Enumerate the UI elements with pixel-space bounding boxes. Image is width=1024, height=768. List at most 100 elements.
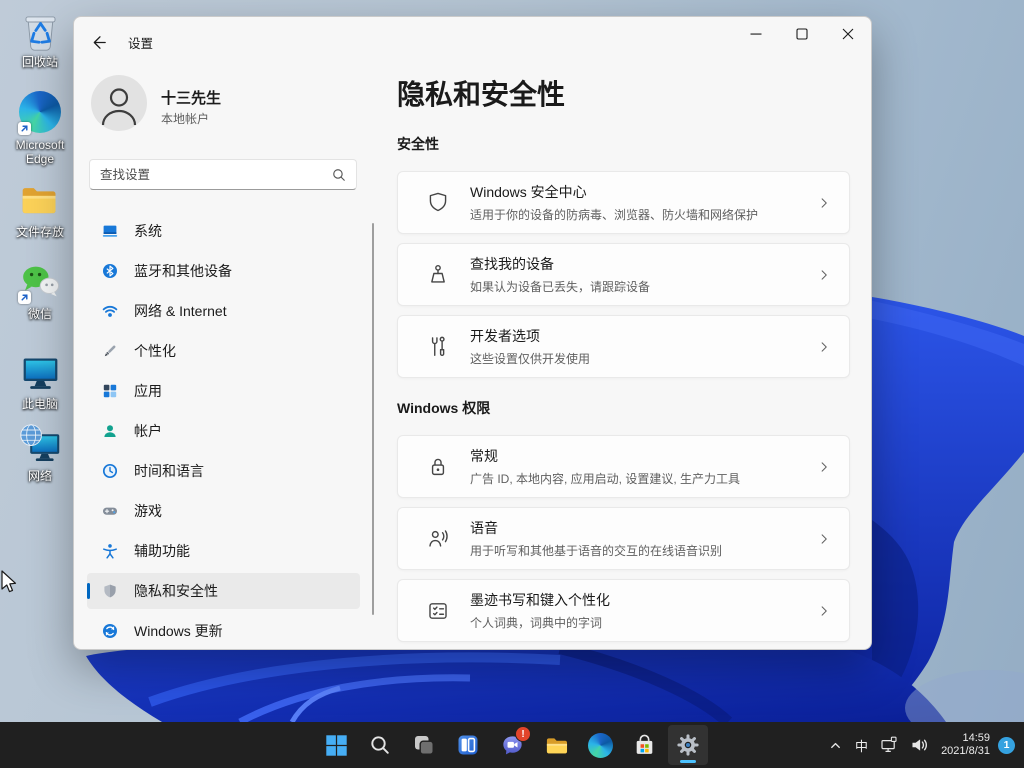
accessibility-icon [102,543,118,559]
widgets-icon [456,733,480,757]
start-button[interactable] [316,725,356,765]
card-subtitle: 广告 ID, 本地内容, 应用启动, 设置建议, 生产力工具 [470,470,740,487]
desktop-icon-network[interactable]: 网络 [2,422,78,483]
taskbar-clock[interactable]: 14:59 2021/8/31 [934,732,997,759]
task-view-icon [412,733,436,757]
edge-button[interactable] [580,725,620,765]
network-status-button[interactable] [874,725,904,765]
desktop-icon-microsoft-edge[interactable]: Microsoft Edge [2,90,78,166]
maximize-button[interactable] [779,17,825,51]
card-subtitle: 这些设置仅供开发使用 [470,350,590,367]
chat-button[interactable]: ! [492,725,532,765]
sidebar-item-label: 系统 [134,221,162,241]
minimize-icon [750,28,762,40]
card-speech[interactable]: 语音 用于听写和其他基于语音的交互的在线语音识别 [397,507,850,570]
sidebar-item-label: 个性化 [134,341,176,361]
section-heading-windows-permissions: Windows 权限 [397,398,490,418]
chevron-right-icon [815,458,833,476]
desktop-icon-wechat[interactable]: 微信 [2,260,78,321]
network-ethernet-icon [880,736,898,754]
tray-time: 14:59 [941,732,990,746]
bluetooth-icon [102,263,118,279]
system-icon [102,223,118,239]
find-my-device-icon [425,262,451,288]
sidebar-item-label: 网络 & Internet [134,301,227,321]
speaker-icon [910,736,928,754]
search-input[interactable] [90,168,332,182]
settings-window: 设置 十三先生 本地帐户 [73,16,872,650]
settings-button[interactable] [668,725,708,765]
sidebar-item-accounts[interactable]: 帐户 [87,413,360,449]
card-windows-security[interactable]: Windows 安全中心 适用于你的设备的防病毒、浏览器、防火墙和网络保护 [397,171,850,234]
sidebar-item-privacy-security[interactable]: 隐私和安全性 [87,573,360,609]
sidebar-item-bluetooth-devices[interactable]: 蓝牙和其他设备 [87,253,360,289]
card-subtitle: 用于听写和其他基于语音的交互的在线语音识别 [470,542,722,559]
chevron-right-icon [815,530,833,548]
chevron-right-icon [815,266,833,284]
sidebar-item-accessibility[interactable]: 辅助功能 [87,533,360,569]
sidebar-item-gaming[interactable]: 游戏 [87,493,360,529]
selected-indicator [87,583,90,599]
volume-button[interactable] [904,725,934,765]
desktop-icon-label: 微信 [2,307,78,321]
card-subtitle: 个人词典，词典中的字词 [470,614,610,631]
taskbar-search-button[interactable] [360,725,400,765]
windows-update-icon [102,623,118,639]
chevron-right-icon [815,194,833,212]
back-button[interactable] [82,28,116,56]
chevron-right-icon [815,602,833,620]
file-explorer-icon [544,733,569,758]
desktop-icon-recycle-bin[interactable]: 回收站 [2,8,78,69]
desktop-icon-file-folder[interactable]: 文件存放 [2,178,78,239]
chat-notification-badge: ! [515,726,531,742]
card-general[interactable]: 常规 广告 ID, 本地内容, 应用启动, 设置建议, 生产力工具 [397,435,850,498]
card-inking-typing[interactable]: 墨迹书写和键入个性化 个人词典，词典中的字词 [397,579,850,642]
edge-icon [588,733,613,758]
gaming-icon [102,503,118,519]
sidebar-item-system[interactable]: 系统 [87,213,360,249]
card-title: 开发者选项 [470,326,590,346]
chevron-right-icon [815,338,833,356]
settings-gear-icon [675,732,701,758]
edge-icon [18,91,63,136]
settings-search-box[interactable] [89,159,357,190]
file-explorer-button[interactable] [536,725,576,765]
shortcut-arrow-icon [18,291,31,304]
sidebar-item-network-internet[interactable]: 网络 & Internet [87,293,360,329]
tray-show-hidden-icons-button[interactable] [822,725,849,765]
window-titlebar: 设置 [74,17,871,67]
window-title: 设置 [128,33,153,52]
task-view-button[interactable] [404,725,444,765]
notification-count-badge[interactable]: 1 [998,737,1015,754]
close-button[interactable] [825,17,871,51]
sidebar-item-label: 隐私和安全性 [134,581,218,601]
mouse-cursor [0,570,22,596]
personalization-icon [102,343,118,359]
user-avatar[interactable] [91,75,147,131]
sidebar-scrollbar[interactable] [372,223,374,615]
card-developer-options[interactable]: 开发者选项 这些设置仅供开发使用 [397,315,850,378]
desktop: 回收站 Microsoft Edge 文件存放 [0,0,1024,768]
account-type: 本地帐户 [161,110,209,127]
taskbar: ! [0,722,1024,768]
shortcut-arrow-icon [18,122,31,135]
caption-controls [733,17,871,51]
ime-indicator[interactable]: 中 [849,725,874,765]
minimize-button[interactable] [733,17,779,51]
sidebar-item-label: Windows 更新 [134,621,223,641]
taskbar-app-group: ! [316,725,708,765]
desktop-icon-this-pc[interactable]: 此电脑 [2,350,78,411]
microsoft-store-button[interactable] [624,725,664,765]
sidebar-item-apps[interactable]: 应用 [87,373,360,409]
sidebar-item-label: 帐户 [134,421,162,441]
widgets-button[interactable] [448,725,488,765]
sidebar-item-time-language[interactable]: 时间和语言 [87,453,360,489]
page-title: 隐私和安全性 [397,73,565,113]
card-find-my-device[interactable]: 查找我的设备 如果认为设备已丢失，请跟踪设备 [397,243,850,306]
inking-typing-icon [425,598,451,624]
recycle-bin-icon [18,8,63,53]
sidebar-item-personalization[interactable]: 个性化 [87,333,360,369]
sidebar-item-windows-update[interactable]: Windows 更新 [87,613,360,649]
network-icon [18,422,63,467]
windows-security-icon [425,190,451,216]
